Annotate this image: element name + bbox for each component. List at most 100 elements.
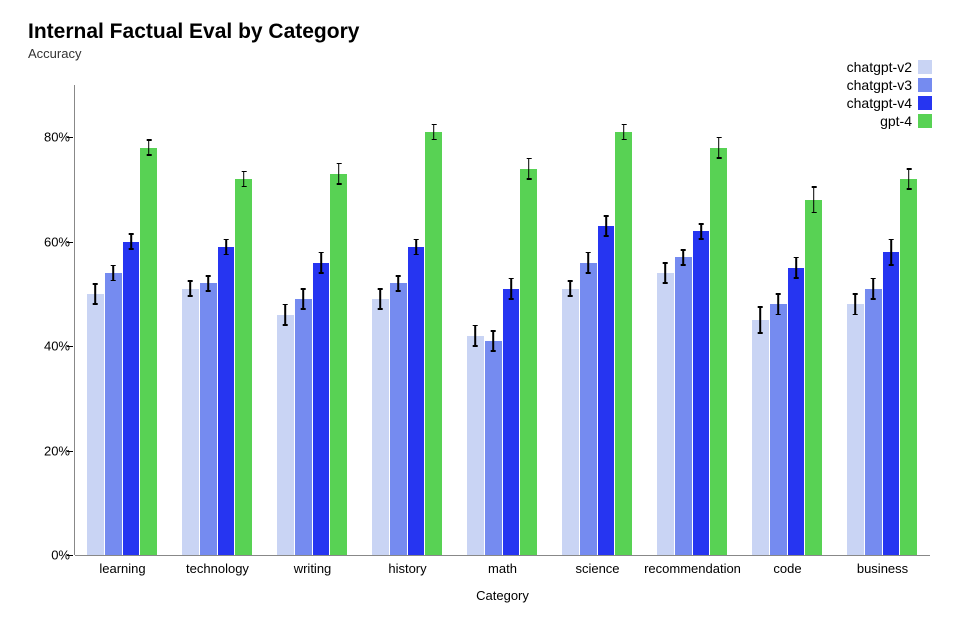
x-tick-label: code [773,561,801,576]
error-bar [112,265,114,281]
bar [467,336,484,555]
bar [105,273,122,555]
y-tick-mark [67,242,73,243]
bar [182,289,199,555]
bar [140,148,157,555]
y-tick-mark [67,137,73,138]
bar [218,247,235,555]
error-bar [813,187,815,213]
x-tick-label: learning [99,561,145,576]
error-bar [284,304,286,325]
error-bar [908,169,910,190]
bar-group: technology [170,85,265,555]
error-bar [890,239,892,265]
y-tick-mark [67,346,73,347]
error-bar [700,223,702,239]
bar [123,242,140,555]
bar [657,273,674,555]
bar-group: recommendation [645,85,740,555]
bar [277,315,294,555]
bar [313,263,330,555]
bar-group: learning [75,85,170,555]
error-bar [854,294,856,315]
bar-group: math [455,85,550,555]
x-tick-label: writing [294,561,332,576]
chart-title: Internal Factual Eval by Category [28,20,940,44]
bar-group: history [360,85,455,555]
error-bar [379,289,381,310]
error-bar [433,124,435,140]
error-bar [492,330,494,351]
y-tick-label: 60% [20,234,70,249]
bar [425,132,442,555]
x-axis-title: Category [476,588,529,603]
bar [598,226,615,555]
error-bar [338,163,340,184]
error-bar [682,250,684,266]
bar [485,341,502,555]
error-bar [302,289,304,310]
error-bar [189,281,191,297]
bar [847,304,864,555]
bar [752,320,769,555]
error-bar [872,278,874,299]
bar [865,289,882,555]
x-tick-label: technology [186,561,249,576]
bar [408,247,425,555]
y-tick-mark [67,555,73,556]
error-bar [320,252,322,273]
error-bar [207,276,209,292]
bar-group: science [550,85,645,555]
error-bar [225,239,227,255]
bar-group: writing [265,85,360,555]
y-tick-mark [67,451,73,452]
chart-subtitle: Accuracy [28,46,940,61]
error-bar [415,239,417,255]
bar-group: code [740,85,835,555]
y-tick-label: 0% [20,548,70,563]
error-bar [510,278,512,299]
bar [562,289,579,555]
bar [710,148,727,555]
bar [883,252,900,555]
error-bar [718,137,720,158]
error-bar [605,216,607,237]
legend-item: chatgpt-v2 [847,58,932,76]
y-tick-label: 80% [20,130,70,145]
bar [200,283,217,555]
error-bar [759,307,761,333]
bar [520,169,537,555]
error-bar [623,124,625,140]
x-tick-label: math [488,561,517,576]
legend-swatch [918,60,932,74]
x-tick-label: science [575,561,619,576]
bar [330,174,347,555]
x-axis-line [75,555,930,556]
error-bar [94,283,96,304]
bar [788,268,805,555]
bar [900,179,917,555]
bar [235,179,252,555]
error-bar [148,140,150,156]
chart-container: Internal Factual Eval by Category Accura… [0,0,960,635]
x-tick-label: recommendation [644,561,741,576]
x-tick-label: history [388,561,426,576]
plot-area: 0%20%40%60%80%learningtechnologywritingh… [75,85,930,555]
y-tick-label: 20% [20,443,70,458]
error-bar [795,257,797,278]
plot-inner: 0%20%40%60%80%learningtechnologywritingh… [75,85,930,555]
error-bar [664,263,666,284]
error-bar [777,294,779,315]
bar [87,294,104,555]
bar [503,289,520,555]
error-bar [474,325,476,346]
error-bar [587,252,589,273]
x-tick-label: business [857,561,908,576]
bar [390,283,407,555]
bar [693,231,710,555]
bar [805,200,822,555]
bar [675,257,692,555]
error-bar [130,234,132,250]
error-bar [528,158,530,179]
bar [770,304,787,555]
